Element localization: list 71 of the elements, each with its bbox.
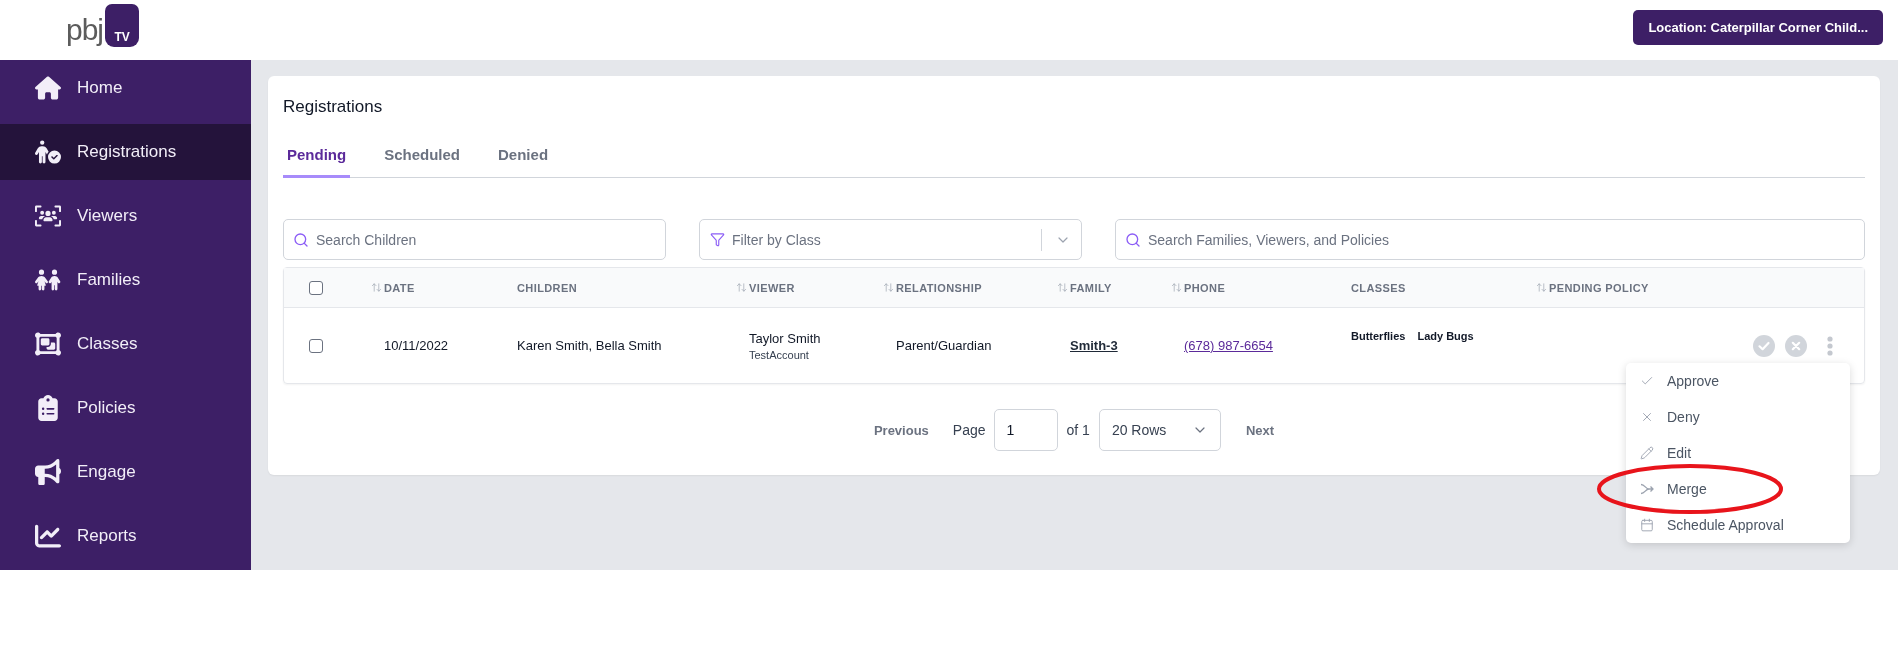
sidebar-item[interactable]: Families	[0, 252, 251, 308]
menu-item[interactable]: Edit	[1626, 435, 1850, 471]
checkbox[interactable]	[309, 338, 323, 353]
sidebar-item[interactable]: Classes	[0, 316, 251, 372]
sort-icon	[1171, 282, 1182, 293]
cross-icon	[1640, 410, 1654, 424]
menu-item[interactable]: Deny	[1626, 399, 1850, 435]
location-button[interactable]: Location: Caterpillar Corner Child...	[1633, 10, 1883, 45]
sidebar-item[interactable]: Registrations	[0, 124, 251, 180]
sort-icon	[1057, 282, 1068, 293]
column-header[interactable]: VIEWER	[736, 281, 795, 294]
search-field[interactable]: Search Children	[283, 219, 666, 260]
home-icon	[35, 75, 61, 101]
deny-cross-icon[interactable]	[1785, 334, 1807, 357]
tab[interactable]: Scheduled	[380, 138, 465, 178]
search-icon	[293, 231, 309, 248]
class-filter-dropdown[interactable]: Filter by Class	[699, 219, 1082, 260]
tab[interactable]: Pending	[283, 138, 351, 178]
page-title: Registrations	[283, 96, 384, 118]
children-icon	[35, 267, 61, 293]
class-label: Butterflies	[1351, 330, 1406, 342]
phone-link[interactable]: (678) 987-6654	[1184, 338, 1273, 353]
menu-item[interactable]: Approve	[1626, 363, 1850, 399]
sidebar-item[interactable]: Engage	[0, 444, 251, 500]
table-cell: 10/11/2022	[384, 338, 449, 353]
column-header[interactable]: DATE	[371, 281, 415, 294]
column-header: CHILDREN	[517, 281, 578, 294]
page-count: of 1	[1066, 422, 1090, 438]
table-cell: Karen Smith, Bella Smith	[517, 338, 662, 353]
sort-icon	[1536, 282, 1547, 293]
page-input[interactable]: 1	[993, 409, 1058, 451]
search-icon	[1125, 231, 1141, 248]
person-check-icon	[35, 139, 61, 165]
column-header[interactable]: PHONE	[1171, 281, 1226, 294]
class-label: Lady Bugs	[1417, 330, 1474, 342]
logo-wordmark: pbj	[66, 15, 104, 47]
clipboard-list-icon	[35, 395, 61, 421]
sidebar-item[interactable]: Policies	[0, 380, 251, 436]
filter-icon	[710, 232, 725, 247]
column-header: CLASSES	[1351, 281, 1406, 294]
viewer-name: Taylor Smith	[749, 330, 821, 346]
megaphone-icon	[35, 459, 61, 485]
viewer-account: TestAccount	[749, 348, 809, 361]
family-link[interactable]: Smith-3	[1070, 338, 1118, 353]
page-label: Page	[952, 422, 986, 438]
object-group-icon	[35, 331, 61, 357]
rows-per-page-select[interactable]: 20 Rows	[1098, 409, 1221, 451]
menu-item[interactable]: Merge	[1626, 471, 1850, 507]
column-header[interactable]: PENDING POLICY	[1536, 281, 1649, 294]
people-viewfinder-icon	[35, 203, 61, 229]
search-field[interactable]: Search Families, Viewers, and Policies	[1115, 219, 1865, 260]
calendar-icon	[1640, 518, 1654, 532]
tab[interactable]: Denied	[494, 138, 553, 178]
kebab-menu-icon[interactable]	[1827, 335, 1833, 356]
table-cell: Parent/Guardian	[896, 338, 992, 353]
sort-icon	[371, 282, 382, 293]
sidebar-item[interactable]: Home	[0, 60, 251, 116]
check-icon	[1640, 374, 1654, 388]
merge-arrow-icon	[1640, 482, 1654, 496]
line-chart-icon	[35, 523, 61, 549]
sidebar-item[interactable]: Reports	[0, 508, 251, 564]
approve-check-icon[interactable]	[1753, 334, 1775, 357]
sort-icon	[883, 282, 894, 293]
logo-badge: TV	[105, 4, 140, 47]
sidebar-item[interactable]: Viewers	[0, 188, 251, 244]
pencil-icon	[1640, 446, 1654, 460]
column-header[interactable]: RELATIONSHIP	[883, 281, 982, 294]
menu-item[interactable]: Schedule Approval	[1626, 507, 1850, 543]
sort-icon	[736, 282, 747, 293]
column-header[interactable]: FAMILY	[1057, 281, 1112, 294]
checkbox[interactable]	[309, 280, 323, 295]
